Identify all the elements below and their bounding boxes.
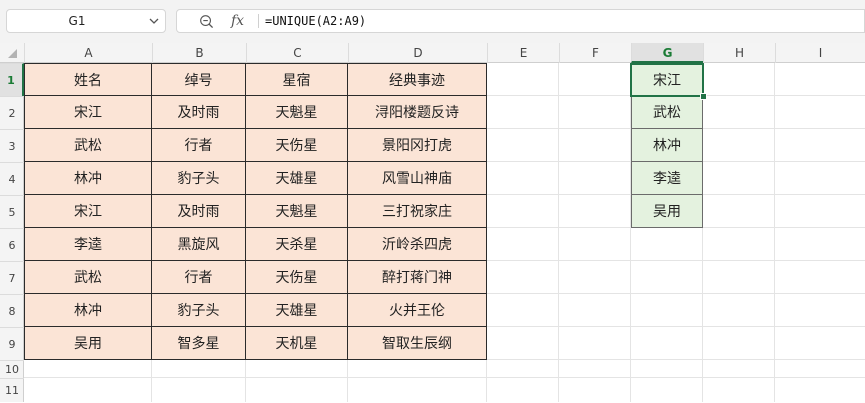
formula-toolbar: G1 fx =UNIQUE(A2:A9) xyxy=(0,0,865,43)
result-cell[interactable]: 林冲 xyxy=(631,129,703,162)
table-cell[interactable]: 行者 xyxy=(152,261,246,294)
column-header-f[interactable]: F xyxy=(559,43,631,63)
gridline-horizontal xyxy=(24,377,865,378)
table-header-cell[interactable]: 经典事迹 xyxy=(348,63,487,96)
table-cell[interactable]: 天伤星 xyxy=(246,129,348,162)
table-cell[interactable]: 景阳冈打虎 xyxy=(348,129,487,162)
table-cell[interactable]: 武松 xyxy=(24,261,152,294)
column-header-h[interactable]: H xyxy=(703,43,775,63)
table-header-cell[interactable]: 姓名 xyxy=(24,63,152,96)
column-header-i[interactable]: I xyxy=(775,43,865,63)
table-cell[interactable]: 黑旋风 xyxy=(152,228,246,261)
table-cell[interactable]: 天雄星 xyxy=(246,162,348,195)
row-header-10[interactable]: 10 xyxy=(0,360,24,378)
table-cell[interactable]: 林冲 xyxy=(24,162,152,195)
table-cell[interactable]: 宋江 xyxy=(24,195,152,228)
table-cell[interactable]: 豹子头 xyxy=(152,294,246,327)
table-cell[interactable]: 及时雨 xyxy=(152,195,246,228)
table-cell[interactable]: 天机星 xyxy=(246,327,348,360)
table-cell[interactable]: 林冲 xyxy=(24,294,152,327)
name-box-value[interactable]: G1 xyxy=(7,10,147,32)
formula-bar[interactable]: fx =UNIQUE(A2:A9) xyxy=(176,9,865,33)
chevron-down-icon[interactable] xyxy=(148,15,160,27)
table-cell[interactable]: 智取生辰纲 xyxy=(348,327,487,360)
row-header-6[interactable]: 6 xyxy=(0,228,24,261)
row-header-9[interactable]: 9 xyxy=(0,327,24,360)
column-header-c[interactable]: C xyxy=(246,43,348,63)
table-cell[interactable]: 李逵 xyxy=(24,228,152,261)
table-cell[interactable]: 吴用 xyxy=(24,327,152,360)
fx-icon[interactable]: fx xyxy=(231,10,244,32)
formula-input[interactable]: =UNIQUE(A2:A9) xyxy=(265,10,366,32)
table-cell[interactable]: 天伤星 xyxy=(246,261,348,294)
gridline-vertical xyxy=(774,63,775,402)
table-cell[interactable]: 风雪山神庙 xyxy=(348,162,487,195)
row-header-1[interactable]: 1 xyxy=(0,63,24,96)
table-cell[interactable]: 行者 xyxy=(152,129,246,162)
result-cell[interactable]: 宋江 xyxy=(631,63,703,96)
row-header-7[interactable]: 7 xyxy=(0,261,24,294)
result-cell[interactable]: 吴用 xyxy=(631,195,703,228)
row-header-5[interactable]: 5 xyxy=(0,195,24,228)
table-cell[interactable]: 三打祝家庄 xyxy=(348,195,487,228)
table-cell[interactable]: 火并王伦 xyxy=(348,294,487,327)
column-header-a[interactable]: A xyxy=(24,43,152,63)
table-cell[interactable]: 天魁星 xyxy=(246,96,348,129)
row-header-8[interactable]: 8 xyxy=(0,294,24,327)
table-cell[interactable]: 智多星 xyxy=(152,327,246,360)
row-header-11[interactable]: 11 xyxy=(0,378,24,402)
row-header-3[interactable]: 3 xyxy=(0,129,24,162)
fill-handle[interactable] xyxy=(700,93,707,100)
table-cell[interactable]: 天魁星 xyxy=(246,195,348,228)
table-cell[interactable]: 醉打蒋门神 xyxy=(348,261,487,294)
table-cell[interactable]: 天雄星 xyxy=(246,294,348,327)
column-header-d[interactable]: D xyxy=(348,43,487,63)
zoom-icon[interactable] xyxy=(199,14,214,29)
row-header-4[interactable]: 4 xyxy=(0,162,24,195)
row-header-2[interactable]: 2 xyxy=(0,96,24,129)
table-header-cell[interactable]: 绰号 xyxy=(152,63,246,96)
column-header-b[interactable]: B xyxy=(152,43,246,63)
table-header-cell[interactable]: 星宿 xyxy=(246,63,348,96)
name-box[interactable]: G1 xyxy=(6,9,166,33)
table-cell[interactable]: 宋江 xyxy=(24,96,152,129)
table-cell[interactable]: 豹子头 xyxy=(152,162,246,195)
table-cell[interactable]: 沂岭杀四虎 xyxy=(348,228,487,261)
table-cell[interactable]: 及时雨 xyxy=(152,96,246,129)
formula-divider xyxy=(258,14,259,28)
result-cell[interactable]: 武松 xyxy=(631,96,703,129)
table-cell[interactable]: 武松 xyxy=(24,129,152,162)
column-header-g[interactable]: G xyxy=(631,43,703,63)
result-cell[interactable]: 李逵 xyxy=(631,162,703,195)
select-all-corner[interactable] xyxy=(0,43,24,63)
table-cell[interactable]: 天杀星 xyxy=(246,228,348,261)
column-header-e[interactable]: E xyxy=(487,43,559,63)
table-cell[interactable]: 浔阳楼题反诗 xyxy=(348,96,487,129)
spreadsheet-grid[interactable]: 姓名 绰号 星宿 经典事迹 宋江 及时雨 天魁星 浔阳楼题反诗 武松 行者 天伤星 景阳冈打虎 林冲 豹子… xyxy=(24,63,865,402)
gridline-vertical xyxy=(558,63,559,402)
